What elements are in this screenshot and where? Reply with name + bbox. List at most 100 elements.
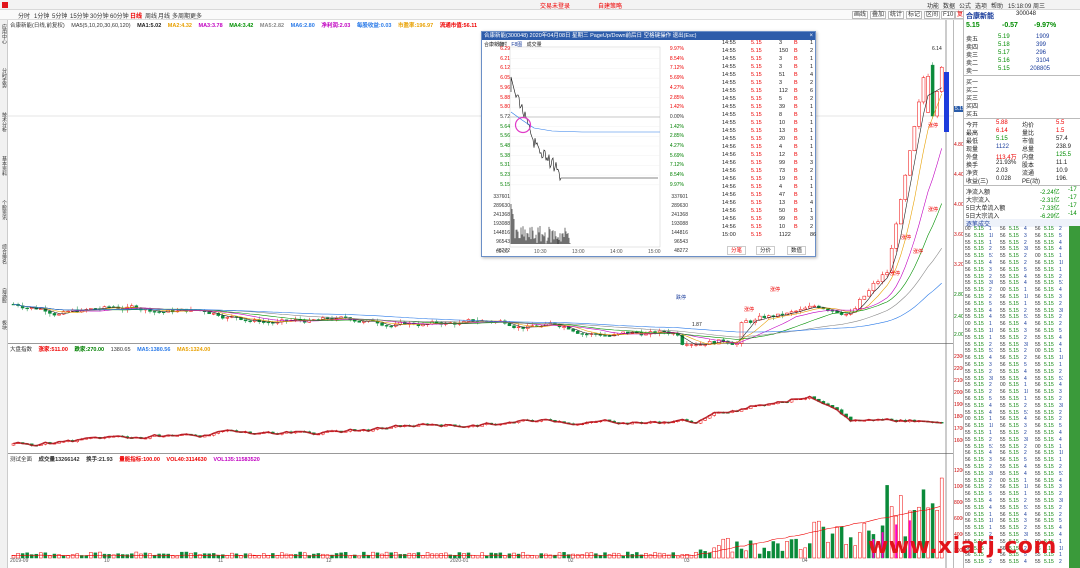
tick-volume: 51: [1024, 314, 1028, 321]
tick-price: 5.15: [1044, 260, 1054, 266]
down-count: 跌家:270.00: [74, 347, 105, 353]
tick-volume: 4: [1059, 525, 1062, 532]
sidebar-tab[interactable]: 分时走势: [1, 68, 7, 88]
stat-value: 1122: [996, 144, 1009, 150]
bid-row[interactable]: 买一: [964, 77, 1080, 86]
trade-row: 14:55 5.15 8 B 1: [720, 112, 816, 119]
tick-cell: 56 5.15 3: [999, 233, 1028, 240]
bid-row[interactable]: 买三: [964, 93, 1080, 102]
tick-price: 5.15: [974, 273, 984, 280]
popup-vol-tick: 337601: [493, 194, 510, 200]
volume-bar: [348, 555, 352, 559]
bid-row[interactable]: 买二: [964, 85, 1080, 94]
tick-time: 55: [1000, 307, 1006, 314]
ask-row[interactable]: 卖二 5.16 3104: [964, 58, 1080, 67]
stat-value: 238.9: [1056, 144, 1072, 150]
period-tab[interactable]: 60分钟: [110, 11, 129, 20]
trade-cell: 4: [810, 200, 814, 206]
volume-ma-line: [11, 506, 941, 557]
tick-price: 5.15: [974, 266, 984, 273]
tick-cell: 555.15 51: [1034, 471, 1063, 478]
menu-item-func[interactable]: 功能: [927, 1, 939, 10]
candle-body: [434, 321, 439, 323]
sidebar-tab[interactable]: 个股资讯: [1, 200, 7, 220]
sidebar-tab[interactable]: 自选股: [1, 288, 7, 303]
tick-time: 56: [1000, 266, 1006, 273]
tick-price: 5.15: [1044, 416, 1054, 423]
tick-volume: 10: [989, 518, 993, 525]
pe: 市盈率:196.97: [398, 23, 434, 29]
f10-button[interactable]: F10: [941, 11, 956, 19]
candle-body: [225, 317, 230, 319]
trade-cell: 86: [810, 232, 817, 238]
stat-label: PE(动): [1022, 179, 1041, 185]
ask-row[interactable]: 卖四 5.18 399: [964, 42, 1080, 51]
period-tab[interactable]: 15分钟: [70, 11, 89, 20]
period-tab[interactable]: 1分钟: [34, 11, 49, 20]
menu-item-help[interactable]: 帮助: [991, 1, 1003, 10]
ask-row[interactable]: 卖五 5.19 1909: [964, 34, 1080, 43]
tick-cell: 00 5.15 1: [999, 287, 1028, 294]
popup-button-value[interactable]: 数值: [787, 246, 807, 255]
sidebar-tab[interactable]: 板块: [1, 320, 7, 330]
trade-cell: 14:55: [722, 96, 736, 102]
tick-volume: 4: [989, 504, 992, 511]
menu-item-formula[interactable]: 公式: [959, 1, 971, 10]
trade-cell: 14:55: [722, 56, 736, 62]
tick-price: 5.15: [974, 443, 984, 450]
bid-row[interactable]: 买四: [964, 101, 1080, 110]
tick-cell: 56 5.15 3: [999, 328, 1028, 335]
period-tab[interactable]: 多周期: [172, 11, 190, 20]
ask-vol: 3104: [1036, 58, 1050, 64]
period-tab[interactable]: 周线: [145, 11, 157, 20]
tick-price: 5.15: [1009, 348, 1019, 355]
tick-volume: 1: [1024, 382, 1027, 389]
trade-cell: 5.15: [751, 88, 762, 94]
candle-body: [812, 305, 817, 308]
trade-cell: 3: [810, 160, 814, 166]
range-button[interactable]: 区间: [924, 11, 941, 19]
trade-cell: 8: [779, 112, 783, 118]
tick-volume: 4: [1059, 334, 1062, 341]
period-tab[interactable]: 5分钟: [52, 11, 67, 20]
menu-item-data[interactable]: 数据: [943, 1, 955, 10]
stock-name: 合康新能: [966, 13, 994, 20]
tick-volume: 4: [1024, 368, 1027, 375]
ask-row[interactable]: 卖三 5.17 296: [964, 50, 1080, 59]
period-tab[interactable]: 月线: [158, 11, 170, 20]
sidebar-tab[interactable]: 基本资料: [1, 156, 7, 176]
period-tab[interactable]: 更多: [190, 11, 202, 20]
mark-button[interactable]: 标记: [906, 11, 923, 19]
tick-time: 56: [965, 423, 971, 430]
draw-line-button[interactable]: 画线: [852, 11, 869, 19]
tick-price: 5.15: [974, 314, 984, 321]
menu-item-strategy[interactable]: 自建策略: [598, 1, 622, 10]
period-tab[interactable]: 30分钟: [90, 11, 109, 20]
ask-row[interactable]: 卖一 5.15 208805: [964, 66, 1080, 75]
bid-row[interactable]: 买五: [964, 109, 1080, 118]
tick-time: 55: [1035, 280, 1041, 287]
intraday-popup[interactable]: 合康新能(300048) 2020年04月08日 星期三 PageUp/Down…: [481, 31, 816, 257]
popup-button-price[interactable]: 分价: [756, 246, 776, 255]
popup-button-ticks[interactable]: 分笔: [727, 246, 747, 255]
tick-cell: 555.15 30: [964, 280, 993, 287]
overlay-button[interactable]: 叠加: [870, 11, 887, 19]
period-tab[interactable]: 分时: [18, 11, 30, 20]
sidebar-tab[interactable]: 技术分析: [1, 112, 7, 132]
index-info: 大盘指数 涨家:511.00 跌家:270.00 1380.65 MA5:138…: [10, 345, 215, 353]
stats-button[interactable]: 统计: [888, 11, 905, 19]
popup-pct-tick: 4.27%: [669, 143, 684, 149]
tick-cell: 555.15 51: [999, 505, 1028, 512]
menu-item-options[interactable]: 选项: [975, 1, 987, 10]
tick-cell: 55 5.15 4: [999, 471, 1028, 478]
volume-bar: [726, 537, 730, 559]
tick-time: 55: [1000, 443, 1006, 450]
sidebar-tab[interactable]: 综合排名: [1, 244, 7, 264]
trade-cell: 5.15: [751, 208, 762, 214]
tick-price: 5.15: [1009, 287, 1019, 294]
menu-item-trade[interactable]: 交易未登录: [540, 1, 570, 10]
candle-body: [607, 335, 612, 337]
period-tab-active[interactable]: 日线: [130, 11, 142, 20]
trade-cell: 4: [779, 144, 783, 150]
sidebar-tab[interactable]: 应用中心: [1, 24, 7, 44]
